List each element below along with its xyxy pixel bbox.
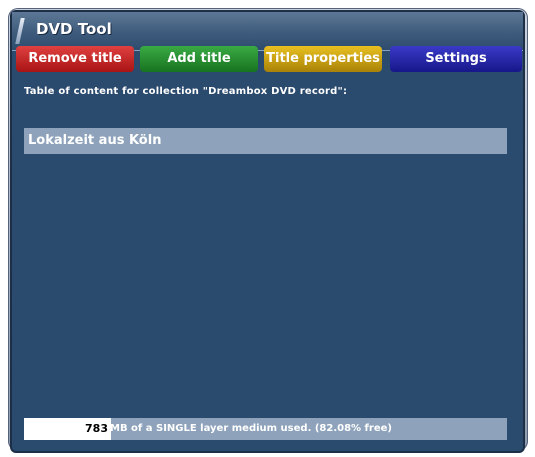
title-list-item[interactable]: Lokalzeit aus Köln xyxy=(24,128,507,154)
title-list: Lokalzeit aus Köln xyxy=(24,128,507,408)
titlebar-edge-decoration xyxy=(15,18,25,44)
settings-button[interactable]: Settings xyxy=(390,46,522,72)
disk-usage-text: MB of a SINGLE layer medium used. (82.08… xyxy=(110,423,392,434)
color-button-bar: Remove title Add title Title properties … xyxy=(16,46,522,72)
add-title-button[interactable]: Add title xyxy=(140,46,258,72)
remove-title-button[interactable]: Remove title xyxy=(16,46,134,72)
window-title: DVD Tool xyxy=(36,20,112,38)
title-properties-button[interactable]: Title properties xyxy=(264,46,382,72)
disk-usage-bar: 783 MB of a SINGLE layer medium used. (8… xyxy=(24,418,507,440)
table-of-content-label: Table of content for collection "Dreambo… xyxy=(24,86,348,97)
disk-usage-mb: 783 xyxy=(85,422,108,435)
